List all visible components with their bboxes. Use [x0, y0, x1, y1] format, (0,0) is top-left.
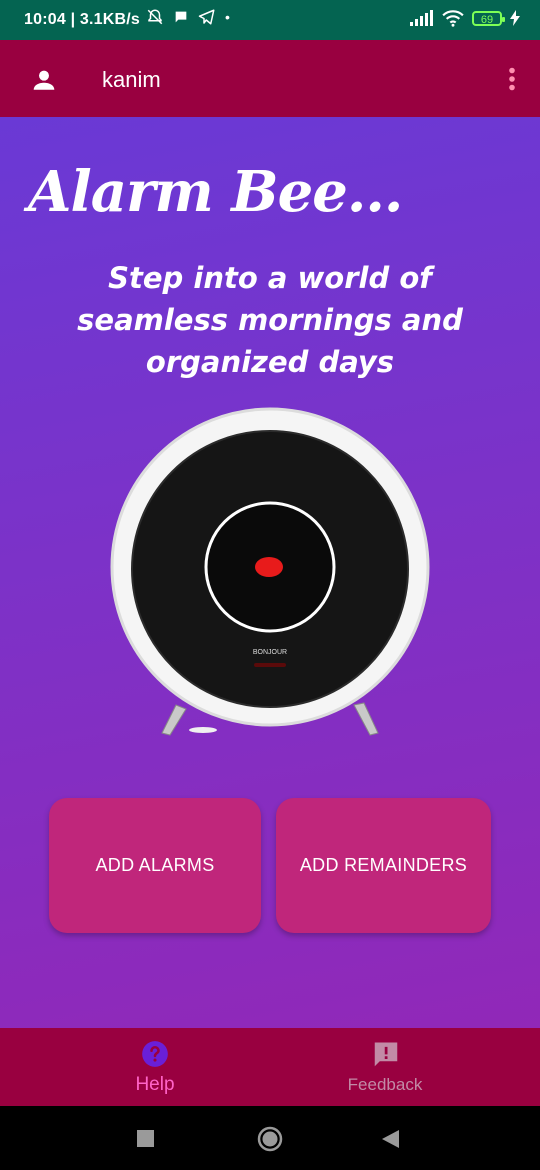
system-nav-bar [0, 1106, 540, 1170]
telegram-icon [198, 9, 215, 25]
battery-icon: 69 [472, 10, 505, 26]
clock-brand-text: BONJOUR [253, 649, 287, 656]
status-right-icons: 69 [410, 9, 520, 27]
status-left-icons: • [144, 8, 230, 26]
tagline: Step into a world of seamless mornings a… [77, 261, 463, 379]
signal-icon [410, 10, 433, 26]
nav-item-help[interactable]: Help [40, 1028, 270, 1106]
nav-label-feedback: Feedback [347, 1075, 423, 1094]
notifications-off-icon [147, 9, 163, 25]
home-icon[interactable] [257, 1126, 283, 1152]
status-time: 10:04 | 3.1KB/s [24, 11, 140, 28]
nav-item-feedback[interactable]: Feedback [270, 1028, 500, 1106]
person-icon[interactable] [31, 67, 57, 93]
nav-label-help: Help [135, 1074, 175, 1095]
wifi-icon [442, 10, 464, 27]
more-vert-icon[interactable] [508, 67, 516, 91]
bottom-nav: Help Feedback [0, 1028, 540, 1106]
chat-icon [175, 11, 187, 23]
dot-icon: • [225, 9, 230, 25]
recents-icon[interactable] [137, 1130, 154, 1147]
page-title: Alarm Bee... [28, 159, 403, 225]
app-title: kanim [102, 67, 161, 92]
alarm-clock-image: BONJOUR [110, 407, 430, 736]
back-icon[interactable] [382, 1130, 400, 1148]
charging-icon [510, 10, 520, 26]
add-reminders-button[interactable]: ADD REMAINDERS [276, 798, 491, 933]
main-content: Alarm Bee... Step into a world of seamle… [0, 117, 540, 1028]
add-alarms-button[interactable]: ADD ALARMS [49, 798, 261, 933]
feedback-icon [374, 1042, 398, 1067]
help-icon [142, 1041, 168, 1067]
app-bar: kanim [0, 40, 540, 117]
status-bar: 10:04 | 3.1KB/s • 69 [0, 0, 540, 40]
